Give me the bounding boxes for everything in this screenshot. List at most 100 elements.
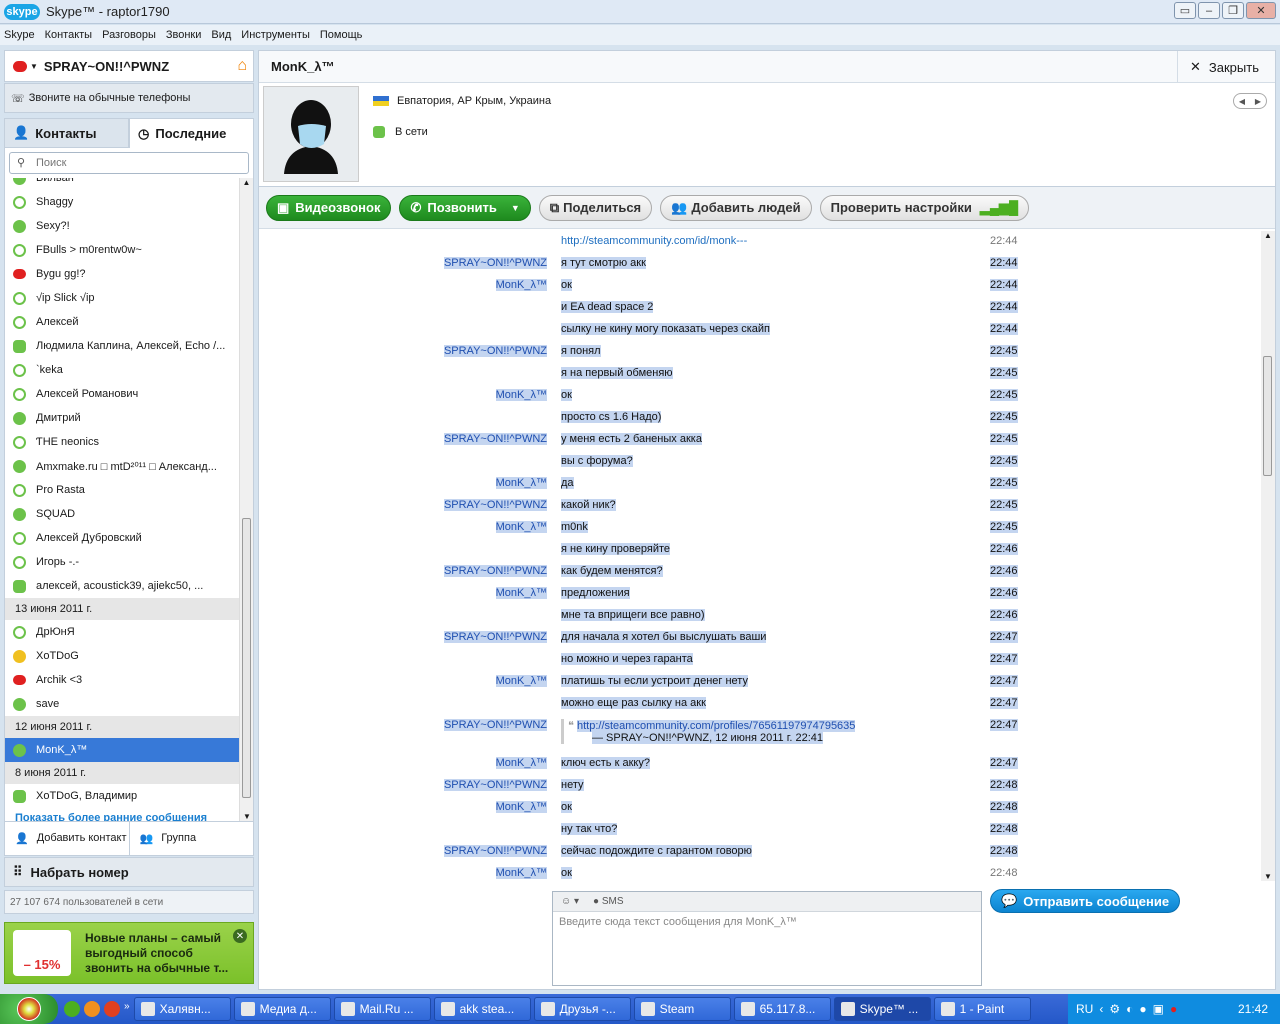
scroll-thumb[interactable] xyxy=(1263,356,1272,476)
skype-status-tray-icon[interactable]: ● xyxy=(1170,1002,1177,1016)
status-icon[interactable] xyxy=(13,60,27,72)
group-button[interactable]: 👥 Группа xyxy=(128,821,254,855)
home-icon[interactable]: ⌂ xyxy=(237,57,247,75)
scroll-thumb[interactable] xyxy=(242,518,251,798)
steam-tray-icon[interactable]: ⚙ xyxy=(1109,1002,1120,1016)
contact-item[interactable]: SQUAD xyxy=(5,502,239,526)
message-sender: MonK_λ™ xyxy=(347,389,547,401)
contact-item-selected[interactable]: MonK_λ™ xyxy=(5,738,239,762)
contact-item[interactable]: Shaggy xyxy=(5,190,239,214)
contact-item[interactable]: Sexy?! xyxy=(5,214,239,238)
menu-view[interactable]: Вид xyxy=(211,29,231,41)
menu-tools[interactable]: Инструменты xyxy=(241,29,310,41)
contact-item[interactable]: XoTDoG, Владимир xyxy=(5,784,239,808)
contact-item[interactable]: алексей, acoustick39, ajiekc50, ... xyxy=(5,574,239,598)
contact-item[interactable]: Pro Rasta xyxy=(5,478,239,502)
contact-item[interactable]: FBulls > m0rentw0w~ xyxy=(5,238,239,262)
tab-contacts[interactable]: 👤 Контакты xyxy=(4,118,129,148)
contacts-scrollbar[interactable]: ▲ ▼ xyxy=(239,178,253,821)
search-input[interactable] xyxy=(9,152,249,174)
contact-item[interactable]: Дмитрий xyxy=(5,406,239,430)
profile-nav-arrows[interactable]: ◀ ▶ xyxy=(1233,93,1267,109)
chat-scrollbar[interactable]: ▲ ▼ xyxy=(1261,231,1275,881)
contact-item[interactable]: √ip Slick √ip xyxy=(5,286,239,310)
menu-conversations[interactable]: Разговоры xyxy=(102,29,156,41)
my-profile[interactable]: ▼ SPRAY~ON!!^PWNZ ⌂ xyxy=(4,50,254,82)
taskbar-button[interactable]: Друзья -... xyxy=(533,997,631,1021)
contact-item[interactable]: Archik <3 xyxy=(5,668,239,692)
taskbar-button[interactable]: 65.117.8... xyxy=(733,997,831,1021)
utorrent-tray-icon[interactable]: ● xyxy=(1139,1002,1146,1016)
close-chat-button[interactable]: ✕ Закрыть xyxy=(1177,51,1275,83)
menu-help[interactable]: Помощь xyxy=(320,29,363,41)
taskbar-button[interactable]: Медиа д... xyxy=(233,997,331,1021)
video-call-button[interactable]: ▣ Видеозвонок xyxy=(266,194,392,221)
taskbar-button[interactable]: Халявн... xyxy=(133,997,231,1021)
show-earlier-messages-link[interactable]: Показать более ранние сообщения xyxy=(5,808,239,821)
contact-item[interactable]: Bygu gg!? xyxy=(5,262,239,286)
taskbar-button[interactable]: Mail.Ru ... xyxy=(333,997,431,1021)
contact-status-icon xyxy=(13,697,26,711)
browser-icon[interactable] xyxy=(104,1001,120,1017)
taskbar-button[interactable]: 1 - Paint xyxy=(933,997,1031,1021)
close-window-button[interactable]: ✕ xyxy=(1246,2,1276,19)
volume-icon[interactable]: ◐ xyxy=(1126,1002,1133,1016)
contact-item[interactable]: Алексей Дубровский xyxy=(5,526,239,550)
contact-item[interactable]: Людмила Каплина, Алексей, Echo /... xyxy=(5,334,239,358)
taskbar-button[interactable]: akk stea... xyxy=(433,997,531,1021)
share-button[interactable]: ⧉ Поделиться xyxy=(538,194,653,221)
add-contact-button[interactable]: 👤 Добавить контакт xyxy=(5,821,129,855)
utorrent-icon[interactable] xyxy=(64,1001,80,1017)
contact-item[interactable]: ƬHE neonics xyxy=(5,430,239,454)
promo-banner[interactable]: – 15% Новые планы – самый выгодный спосо… xyxy=(4,922,254,984)
chevron-down-icon[interactable]: ▼ xyxy=(30,62,38,71)
emoticon-icon[interactable]: ☺ ▾ xyxy=(561,896,579,907)
dial-button[interactable]: ⠿ Набрать номер xyxy=(4,857,254,887)
taskbar-button[interactable]: Steam xyxy=(633,997,731,1021)
restore-small-icon[interactable]: ▭ xyxy=(1174,2,1196,19)
contact-item[interactable]: ДрЮнЯ xyxy=(5,620,239,644)
menu-skype[interactable]: Skype xyxy=(4,29,35,41)
message-sender: SPRAY~ON!!^PWNZ xyxy=(347,257,547,269)
minimize-button[interactable]: – xyxy=(1198,2,1220,19)
send-message-button[interactable]: 💬 Отправить сообщение xyxy=(990,889,1181,913)
message-link[interactable]: http://steamcommunity.com/id/monk--- xyxy=(561,235,747,247)
scroll-up-arrow[interactable]: ▲ xyxy=(240,178,253,187)
close-promo-icon[interactable]: ✕ xyxy=(233,929,247,943)
language-indicator[interactable]: RU xyxy=(1076,1002,1093,1016)
contact-item[interactable]: Алексей xyxy=(5,310,239,334)
contact-item[interactable]: Amxmake.ru □ mtD²⁰¹¹ □ Александ... xyxy=(5,454,239,478)
contact-item[interactable]: save xyxy=(5,692,239,716)
menu-calls[interactable]: Звонки xyxy=(166,29,202,41)
chevron-down-icon[interactable]: ▼ xyxy=(511,203,520,213)
contact-item[interactable]: Алексей Романович xyxy=(5,382,239,406)
tray-expand-icon[interactable]: ‹ xyxy=(1099,1002,1103,1016)
compose-box[interactable]: ☺ ▾ ● SMS Введите сюда текст сообщения дл… xyxy=(552,891,982,986)
arrow-left-icon[interactable]: ◀ xyxy=(1239,97,1245,106)
contact-status-icon xyxy=(13,363,26,377)
start-button[interactable] xyxy=(0,994,58,1024)
tab-recent[interactable]: ◷ Последние xyxy=(129,118,254,148)
contact-item[interactable]: Игорь -.- xyxy=(5,550,239,574)
arrow-right-icon[interactable]: ▶ xyxy=(1255,97,1261,106)
call-button[interactable]: ✆ Позвонить ▼ xyxy=(399,194,531,221)
scroll-up-arrow[interactable]: ▲ xyxy=(1261,231,1275,240)
maximize-button[interactable]: ❐ xyxy=(1222,2,1244,19)
expand-arrows-icon[interactable]: » xyxy=(124,1001,130,1017)
compose-placeholder[interactable]: Введите сюда текст сообщения для MonK_λ™ xyxy=(553,912,981,932)
scroll-down-arrow[interactable]: ▼ xyxy=(240,812,253,821)
mail-at-icon[interactable] xyxy=(84,1001,100,1017)
contact-item[interactable]: `keka xyxy=(5,358,239,382)
quoted-link[interactable]: http://steamcommunity.com/profiles/76561… xyxy=(576,720,856,732)
add-people-button[interactable]: 👥 Добавить людей xyxy=(660,194,812,221)
taskbar-button[interactable]: Skype™ ... xyxy=(833,997,931,1021)
network-icon[interactable]: ▣ xyxy=(1153,1002,1164,1016)
contact-name: XoTDoG, Владимир xyxy=(36,790,138,802)
menu-contacts[interactable]: Контакты xyxy=(45,29,93,41)
call-phones-link[interactable]: ☏ Звоните на обычные телефоны xyxy=(4,83,254,113)
scroll-down-arrow[interactable]: ▼ xyxy=(1261,872,1275,881)
sms-toggle[interactable]: ● SMS xyxy=(593,896,624,907)
check-settings-button[interactable]: Проверить настройки ▂▄▆█ xyxy=(819,194,1030,221)
contact-item[interactable]: XoTDoG xyxy=(5,644,239,668)
contact-item[interactable]: Вилван xyxy=(5,178,239,190)
